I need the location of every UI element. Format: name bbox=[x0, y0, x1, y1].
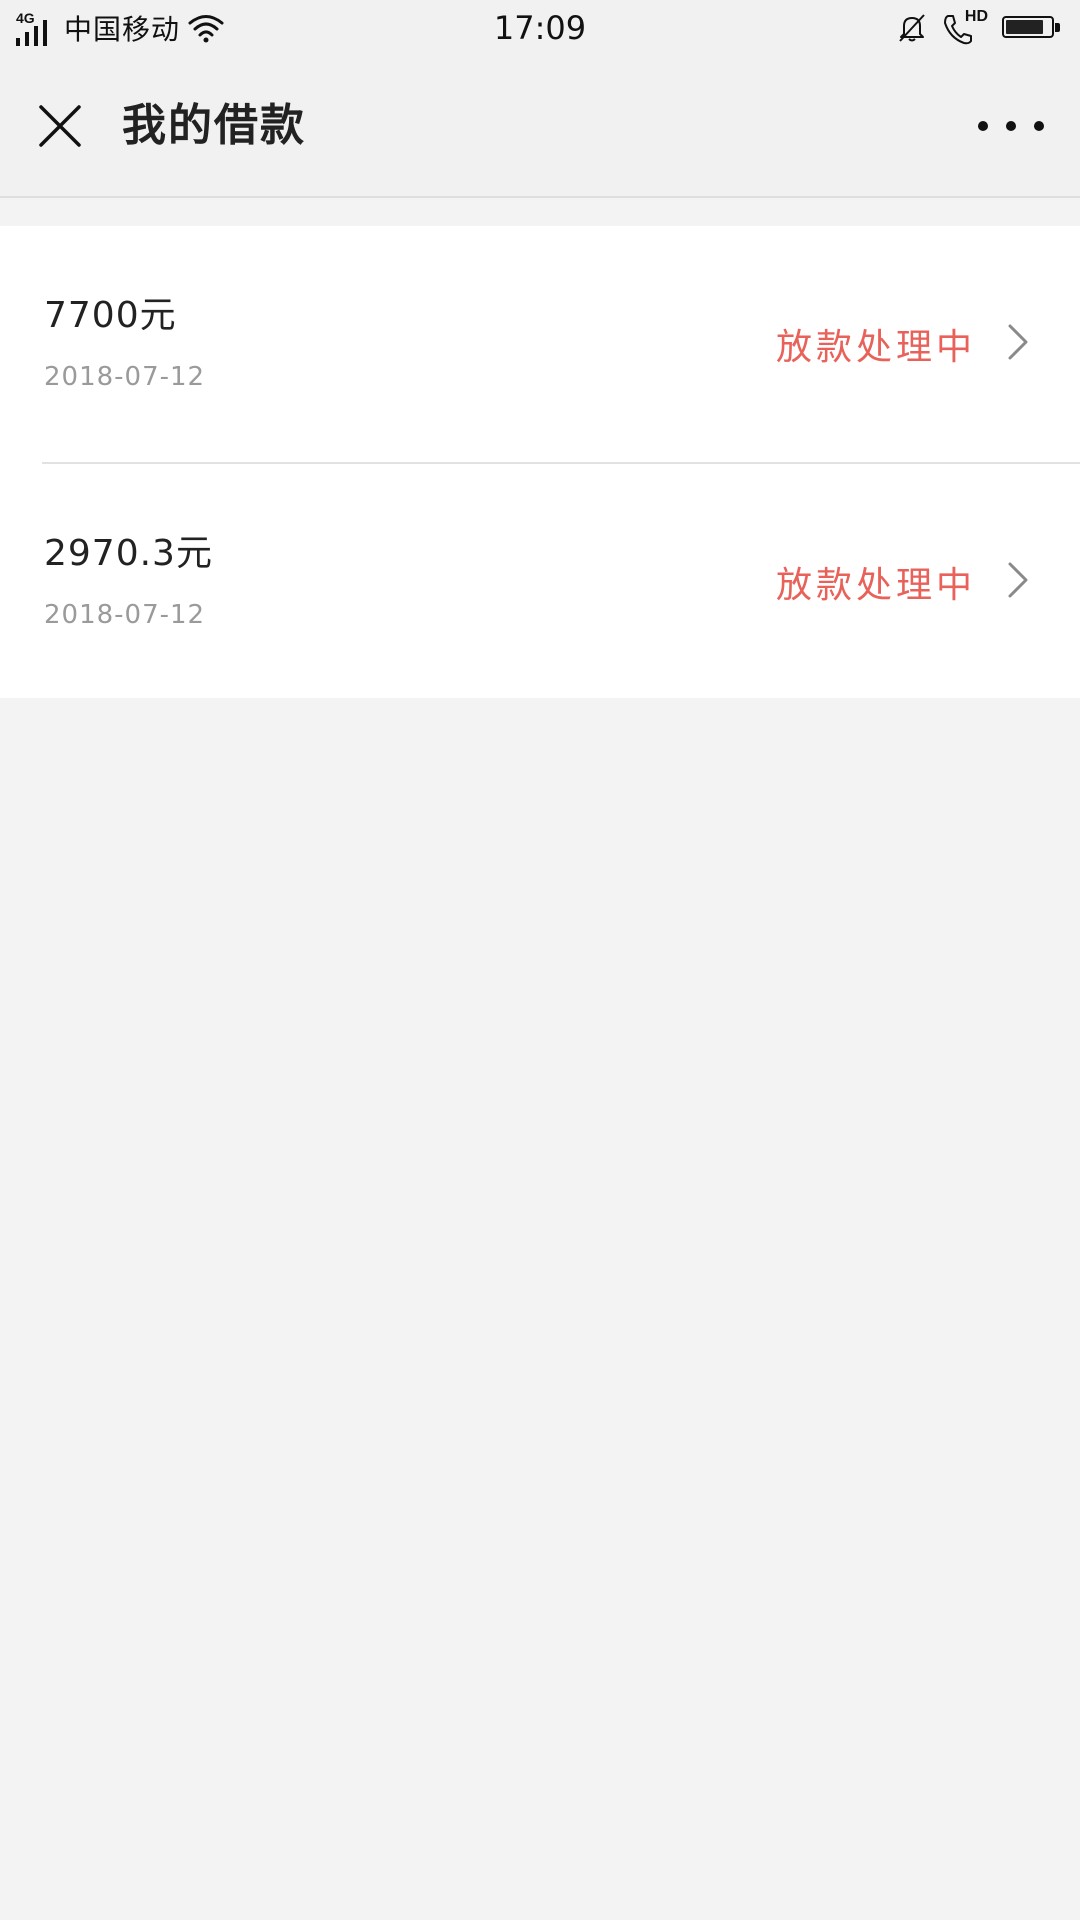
close-icon bbox=[39, 105, 81, 147]
close-button[interactable] bbox=[30, 96, 90, 156]
status-bar: 4G 中国移动 17:09 HD bbox=[0, 0, 1080, 56]
signal-icon bbox=[16, 20, 47, 46]
battery-icon bbox=[1002, 16, 1062, 40]
network-indicator: 4G bbox=[14, 8, 58, 48]
hd-call-indicator: HD bbox=[942, 8, 988, 48]
loan-date: 2018-07-12 bbox=[44, 362, 206, 392]
battery-fill bbox=[1006, 20, 1043, 34]
loan-list-item[interactable]: 2970.3元 2018-07-12 放款处理中 bbox=[42, 462, 1080, 698]
battery-nub bbox=[1055, 23, 1060, 32]
carrier-name: 中国移动 bbox=[64, 13, 181, 46]
bell-muted-icon bbox=[899, 14, 925, 42]
wifi-icon bbox=[188, 15, 224, 43]
loan-date: 2018-07-12 bbox=[44, 600, 206, 630]
more-icon-dot bbox=[978, 121, 988, 131]
chevron-right-icon bbox=[1008, 562, 1028, 598]
loan-list-item[interactable]: 7700元 2018-07-12 放款处理中 bbox=[0, 226, 1080, 462]
more-button[interactable] bbox=[978, 102, 1044, 150]
loan-amount: 7700元 bbox=[44, 295, 177, 336]
loan-amount: 2970.3元 bbox=[44, 533, 213, 574]
status-bar-right: HD bbox=[896, 0, 1080, 56]
loan-status: 放款处理中 bbox=[775, 565, 976, 606]
nav-bar: 我的借款 bbox=[0, 56, 1080, 198]
hd-label: HD bbox=[964, 8, 988, 25]
chevron-right-icon bbox=[1008, 324, 1028, 360]
loan-status: 放款处理中 bbox=[775, 327, 976, 368]
loan-list: 7700元 2018-07-12 放款处理中 2970.3元 2018-07-1… bbox=[0, 226, 1080, 698]
page-title: 我的借款 bbox=[122, 100, 306, 151]
more-icon-dot bbox=[1006, 121, 1016, 131]
status-bar-left: 4G 中国移动 bbox=[0, 0, 224, 56]
more-icon-dot bbox=[1034, 121, 1044, 131]
